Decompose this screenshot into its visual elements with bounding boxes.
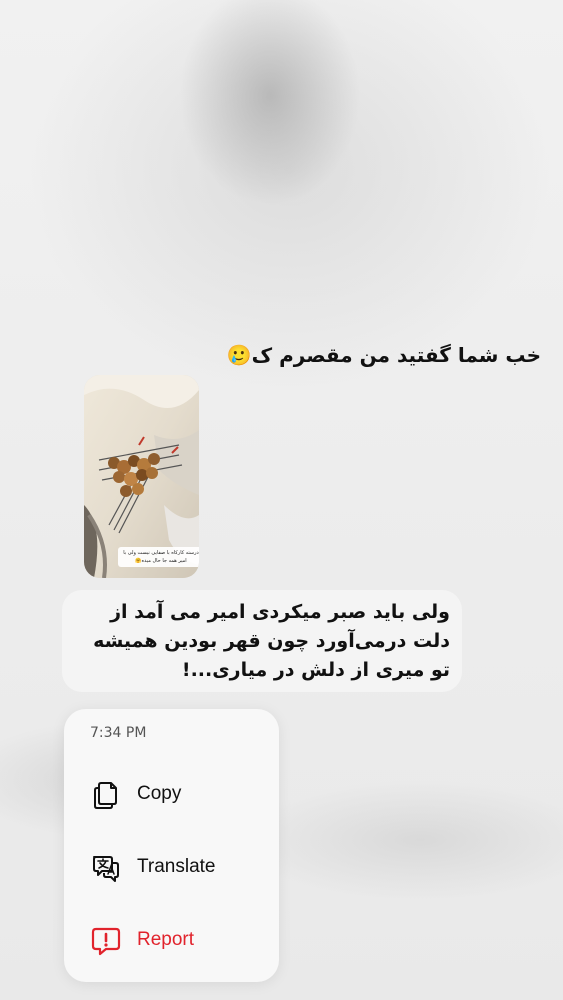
message-timestamp: 7:34 PM [90,725,147,741]
report-menu-item[interactable]: Report [64,913,279,969]
translate-label: Translate [137,856,216,877]
copy-menu-item[interactable]: Copy [64,767,279,823]
message-context-menu: 7:34 PM Copy Translate Report [64,709,279,982]
copy-icon [90,779,122,811]
report-label: Report [137,929,195,950]
reply-message-text: ولی باید صبر میکردی امیر می آمد از دلت د… [93,601,450,681]
story-thumbnail[interactable]: درسته کارکاه با صفایی نیست ولی با امیر ه… [84,375,199,578]
report-icon [90,925,122,957]
translate-menu-item[interactable]: Translate [64,840,279,896]
incoming-message: خب شما گفتید من مقصرم ک🥲 [226,343,541,367]
translate-icon [90,852,122,884]
copy-label: Copy [137,783,182,804]
story-caption: درسته کارکاه با صفایی نیست ولی با امیر ه… [118,547,199,567]
